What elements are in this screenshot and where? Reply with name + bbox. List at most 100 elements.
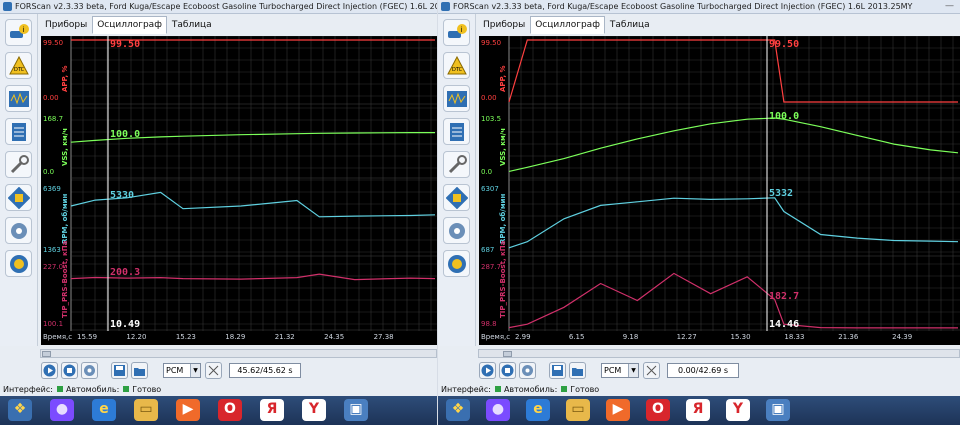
yandex-icon[interactable]: Y — [726, 399, 750, 421]
tab-oscilloscope[interactable]: Осциллограф — [530, 16, 605, 34]
scrollbar-thumb[interactable] — [503, 351, 512, 357]
module-config-button[interactable] — [443, 184, 470, 211]
help-button[interactable] — [5, 250, 32, 277]
alice-icon[interactable]: ● — [50, 399, 74, 421]
x-tick-label: 18.29 — [225, 333, 246, 341]
oscilloscope-chart — [508, 36, 960, 331]
tab-table[interactable]: Таблица — [167, 16, 217, 34]
stop-button[interactable] — [499, 362, 516, 379]
interface-status-icon — [56, 386, 63, 392]
time-scrollbar[interactable] — [40, 349, 437, 358]
alice-icon[interactable]: ● — [486, 399, 510, 421]
y-tick-label: 103.5 — [481, 115, 502, 123]
dtc-button[interactable]: DTC — [443, 52, 470, 79]
x-axis-label: Время,с — [481, 333, 511, 341]
dtc-button[interactable]: DTC — [5, 52, 32, 79]
vehicle-info-button[interactable]: i — [5, 19, 32, 46]
svg-text:DTC: DTC — [14, 67, 25, 73]
x-tick-label: 18.33 — [784, 333, 805, 341]
tests-button[interactable] — [443, 118, 470, 145]
oscilloscope-plot[interactable]: 99.50 0.00 APP, % 99.50 168.7 0.0 VSS, км/ч 100… — [41, 36, 437, 345]
cursor-value-app: 99.50 — [769, 39, 800, 50]
series-line-vss — [508, 117, 959, 172]
cursor-value-tip: 182.7 — [769, 291, 800, 302]
open-folder-icon[interactable] — [131, 362, 148, 379]
time-position-field: 0.00/42.69 s — [667, 363, 739, 378]
car-label: Автомобиль: — [65, 385, 120, 394]
oscilloscope-chart — [70, 36, 437, 331]
zoom-fit-icon[interactable] — [205, 362, 222, 379]
window-title: FORScan v2.3.33 beta, Ford Kuga/Escape E… — [453, 2, 913, 11]
ready-status: Готово — [132, 385, 162, 394]
yandex-icon[interactable]: Y — [302, 399, 326, 421]
windows-start-icon[interactable]: ❖ — [446, 399, 470, 421]
open-folder-icon[interactable] — [569, 362, 586, 379]
media-icon[interactable]: ▶ — [606, 399, 630, 421]
play-button[interactable] — [479, 362, 496, 379]
play-button[interactable] — [41, 362, 58, 379]
tab-table[interactable]: Таблица — [605, 16, 655, 34]
zoom-fit-icon[interactable] — [643, 362, 660, 379]
service-wrench-button[interactable] — [443, 151, 470, 178]
x-tick-label: 21.36 — [838, 333, 859, 341]
playback-toolbar: PCM ▼ 45.62/45.62 s — [41, 362, 437, 382]
y-tick-label: 0.00 — [481, 94, 497, 102]
car-status-icon — [123, 386, 130, 392]
ie-icon[interactable]: e — [92, 399, 116, 421]
sidebar: i DTC — [0, 14, 38, 346]
cursor-value-rpm: 5330 — [110, 190, 135, 201]
tab-gauges[interactable]: Приборы — [40, 16, 92, 34]
interface-label: Интерфейс: — [441, 385, 491, 394]
time-scrollbar[interactable] — [478, 349, 960, 358]
yandex-icon-glyph: Y — [308, 401, 320, 417]
sidebar: i DTC — [438, 14, 476, 346]
y-axis-label: APP, % — [499, 65, 507, 92]
forscan-icon[interactable]: ▣ — [344, 399, 368, 421]
y-tick-label: 0.00 — [43, 94, 59, 102]
oscilloscope-button[interactable] — [5, 85, 32, 112]
opera-icon[interactable]: O — [646, 399, 670, 421]
window-title-bar: FORScan v2.3.33 beta, Ford Kuga/Escape E… — [0, 0, 437, 14]
right-forscan-window: FORScan v2.3.33 beta, Ford Kuga/Escape E… — [438, 0, 960, 425]
settings-icon[interactable] — [519, 362, 536, 379]
x-tick-label: 2.99 — [515, 333, 531, 341]
module-select[interactable]: PCM ▼ — [601, 363, 639, 378]
tests-button[interactable] — [5, 118, 32, 145]
windows-start-icon[interactable]: ❖ — [8, 399, 32, 421]
explorer-icon[interactable]: ▭ — [566, 399, 590, 421]
cursor-value-tip: 200.3 — [110, 267, 141, 278]
save-icon[interactable] — [549, 362, 566, 379]
help-button[interactable] — [443, 250, 470, 277]
x-tick-label: 15.59 — [77, 333, 98, 341]
opera-icon[interactable]: O — [218, 399, 242, 421]
windows-taskbar: ❖ ● e ▭ ▶ O Я Y ▣ — [438, 396, 960, 425]
oscilloscope-plot[interactable]: 99.50 0.00 APP, % 99.50 103.5 0.0 VSS, км/ч 100… — [479, 36, 960, 345]
scrollbar-thumb[interactable] — [42, 351, 51, 357]
settings-gear-button[interactable] — [443, 217, 470, 244]
svg-text:DTC: DTC — [452, 67, 463, 73]
service-wrench-button[interactable] — [5, 151, 32, 178]
yandex-browser-icon[interactable]: Я — [686, 399, 710, 421]
media-icon[interactable]: ▶ — [176, 399, 200, 421]
yandex-browser-icon[interactable]: Я — [260, 399, 284, 421]
yandex-browser-icon-glyph: Я — [266, 401, 278, 417]
ie-icon-glyph: e — [99, 401, 109, 417]
settings-gear-button[interactable] — [5, 217, 32, 244]
module-select[interactable]: PCM ▼ — [163, 363, 201, 378]
oscilloscope-button[interactable] — [443, 85, 470, 112]
settings-icon[interactable] — [81, 362, 98, 379]
chevron-down-icon: ▼ — [628, 364, 638, 377]
explorer-icon[interactable]: ▭ — [134, 399, 158, 421]
view-tabs: Приборы Осциллограф Таблица — [40, 16, 217, 34]
stop-button[interactable] — [61, 362, 78, 379]
module-config-button[interactable] — [5, 184, 32, 211]
save-icon[interactable] — [111, 362, 128, 379]
y-tick-label: 0.0 — [43, 168, 55, 176]
ie-icon[interactable]: e — [526, 399, 550, 421]
minimize-button[interactable]: — — [945, 0, 954, 13]
vehicle-info-button[interactable]: i — [443, 19, 470, 46]
tab-gauges[interactable]: Приборы — [478, 16, 530, 34]
forscan-icon[interactable]: ▣ — [766, 399, 790, 421]
y-tick-label: 100.1 — [43, 320, 64, 328]
tab-oscilloscope[interactable]: Осциллограф — [92, 16, 167, 34]
